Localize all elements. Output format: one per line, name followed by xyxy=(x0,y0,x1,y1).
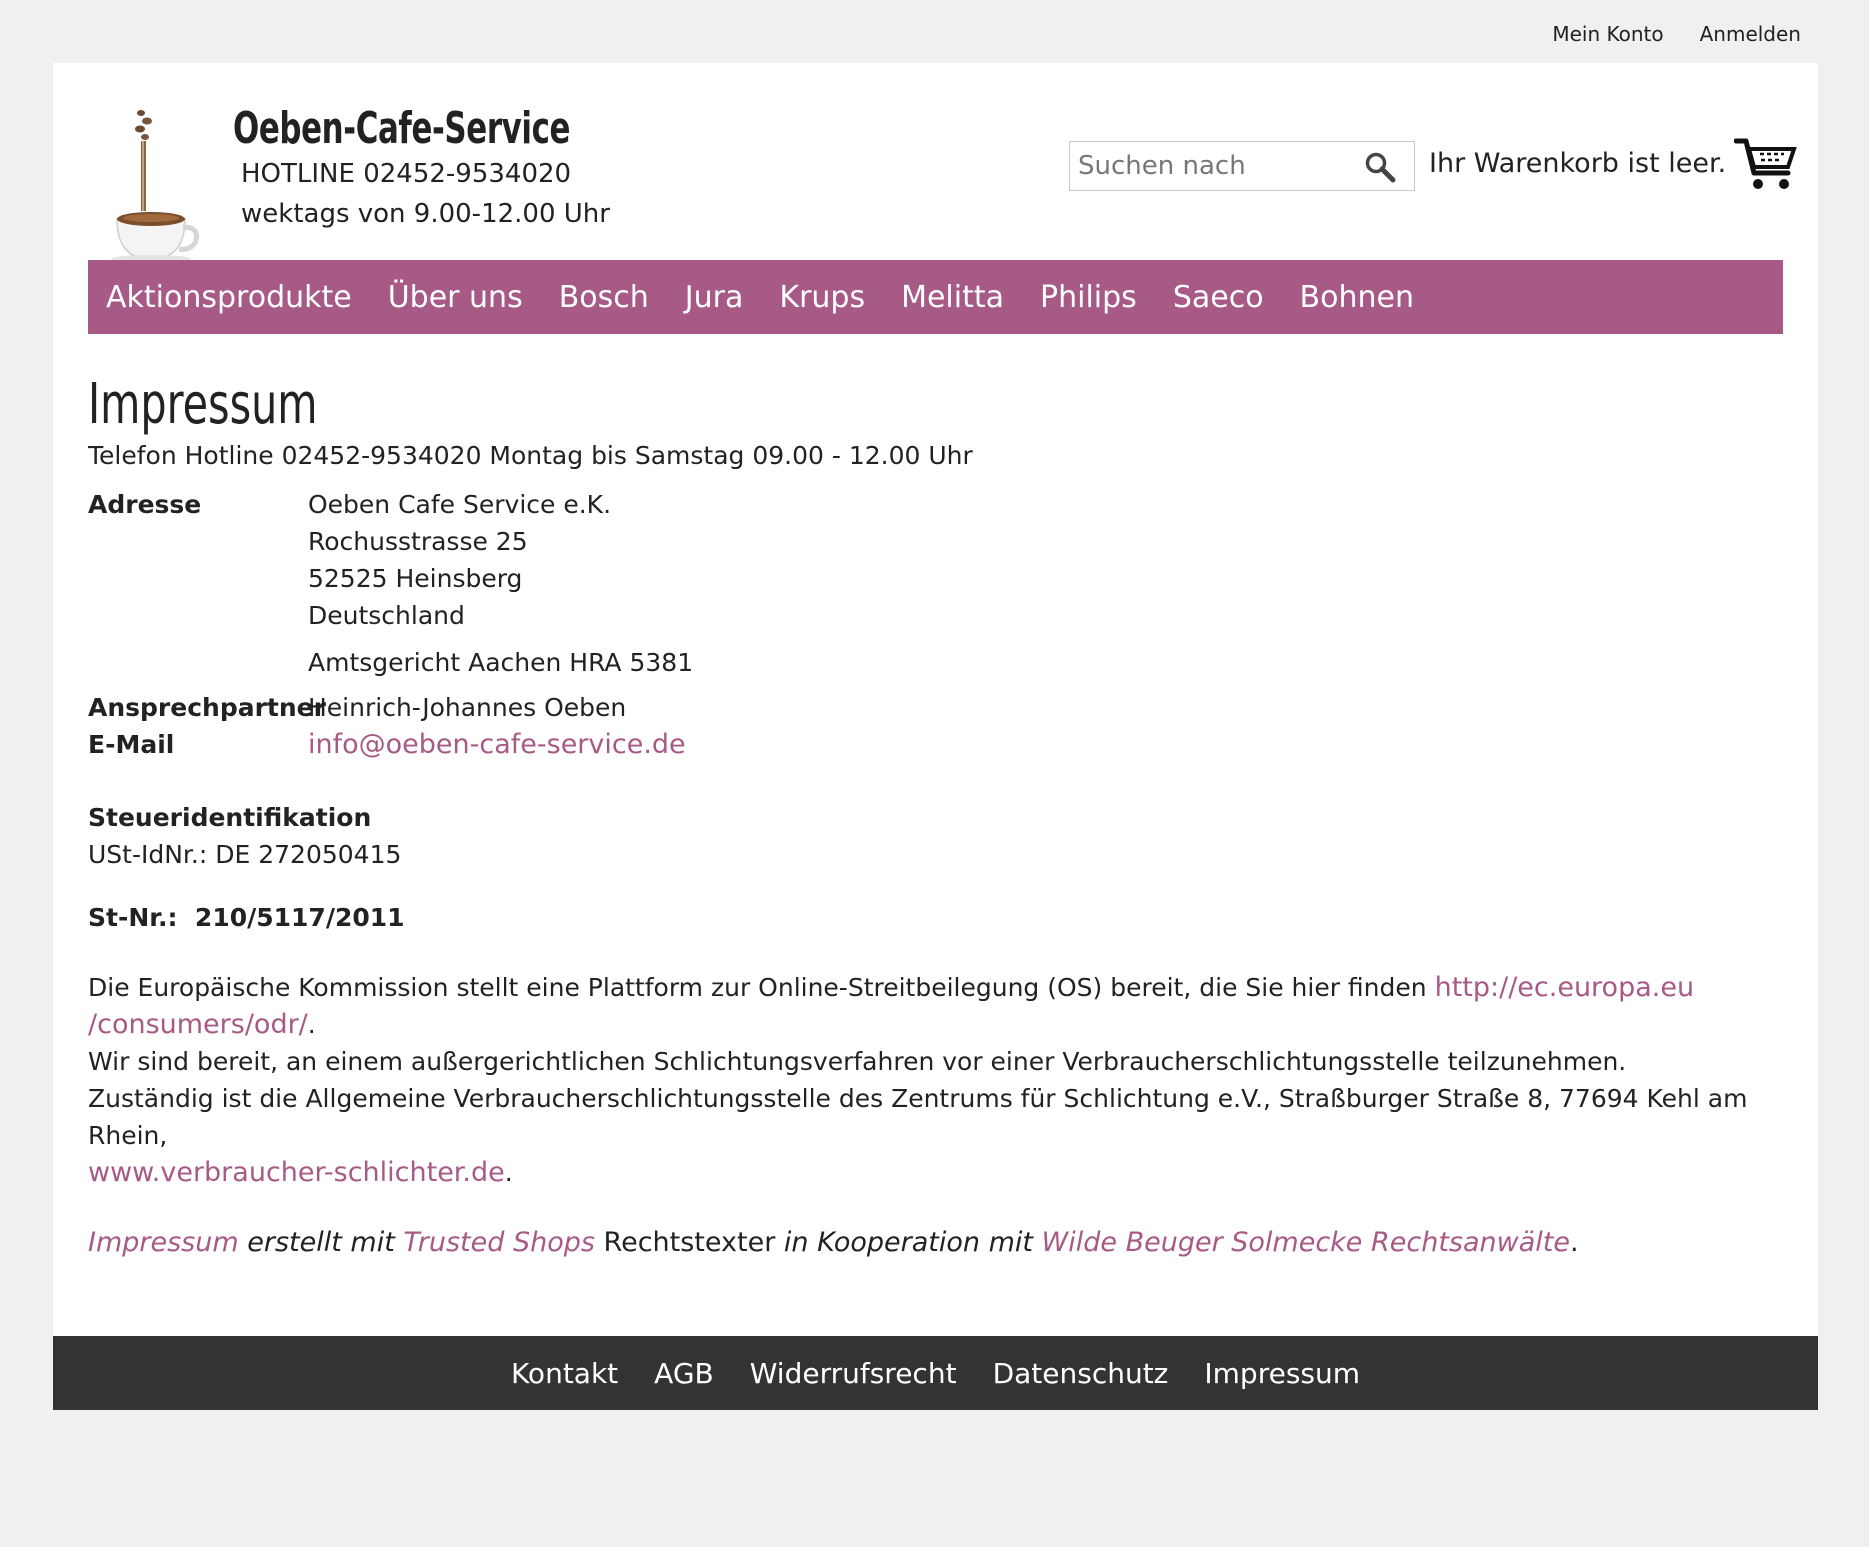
footer-link-kontakt[interactable]: Kontakt xyxy=(511,1357,618,1390)
tax-number: St-Nr.: 210/5117/2011 xyxy=(88,903,405,932)
address-line: Deutschland xyxy=(308,601,465,630)
law-firm-link[interactable]: Wilde Beuger Solmecke Rechtsanwälte xyxy=(1042,1227,1570,1258)
address-label: Adresse xyxy=(88,490,202,519)
login-link[interactable]: Anmelden xyxy=(1700,22,1801,46)
main-content: Impressum Telefon Hotline 02452-9534020 … xyxy=(88,373,1783,1261)
willing-text: Wir sind bereit, an einem außergerichtli… xyxy=(88,1047,1627,1076)
address-value: Oeben Cafe Service e.K. Rochusstrasse 25… xyxy=(308,486,693,681)
hotline: HOTLINE 02452-9534020 xyxy=(241,159,572,189)
nav-item-saeco[interactable]: Saeco xyxy=(1173,280,1264,315)
brand-block: Oeben-Cafe-Service HOTLINE 02452-9534020… xyxy=(233,103,665,234)
schlichter-line: www.verbraucher-schlichter.de. xyxy=(88,1154,1783,1191)
os-period: . xyxy=(307,1010,316,1039)
footer-link-widerrufsrecht[interactable]: Widerrufsrecht xyxy=(750,1357,957,1390)
nav-item-philips[interactable]: Philips xyxy=(1040,280,1137,315)
email-link[interactable]: info@oeben-cafe-service.de xyxy=(308,726,686,763)
address-line: 52525 Heinsberg xyxy=(308,564,523,593)
nav-item-bosch[interactable]: Bosch xyxy=(559,280,649,315)
hours: wektags von 9.00-12.00 Uhr xyxy=(241,199,610,229)
page-title: Impressum xyxy=(88,372,318,437)
footer-link-agb[interactable]: AGB xyxy=(654,1357,714,1390)
search-icon[interactable] xyxy=(1364,151,1396,183)
email-label: E-Mail xyxy=(88,730,175,759)
main-nav: Aktionsprodukte Über uns Bosch Jura Krup… xyxy=(88,260,1783,334)
responsible-text: Zuständig ist die Allgemeine Verbraucher… xyxy=(88,1084,1748,1150)
address-row: Adresse Oeben Cafe Service e.K. Rochusst… xyxy=(88,486,1783,681)
phone-line: Telefon Hotline 02452-9534020 Montag bis… xyxy=(88,441,973,470)
credit-text: erstellt mit xyxy=(238,1227,404,1258)
contact-row: Ansprechpartner Heinrich-Johannes Oeben xyxy=(88,689,1783,726)
tax-heading: Steueridentifikation xyxy=(88,803,372,832)
address-line: Rochusstrasse 25 xyxy=(308,527,528,556)
top-bar: Mein Konto Anmelden xyxy=(0,0,1869,63)
footer-nav: Kontakt AGB Widerrufsrecht Datenschutz I… xyxy=(53,1336,1818,1410)
trusted-shops-link[interactable]: Trusted Shops xyxy=(403,1227,595,1258)
schlichter-period: . xyxy=(504,1158,513,1187)
nav-item-jura[interactable]: Jura xyxy=(685,280,744,315)
cart[interactable]: Ihr Warenkorb ist leer. xyxy=(1429,133,1798,193)
coffee-cup-logo[interactable] xyxy=(103,101,233,263)
search-box xyxy=(1069,141,1415,191)
nav-item-bohnen[interactable]: Bohnen xyxy=(1300,280,1414,315)
address-line: Oeben Cafe Service e.K. xyxy=(308,490,612,519)
credit-cooperation: in Kooperation mit xyxy=(775,1227,1042,1258)
os-text: Die Europäische Kommission stellt eine P… xyxy=(88,973,1435,1002)
nav-item-aktionsprodukte[interactable]: Aktionsprodukte xyxy=(106,280,352,315)
nav-item-krups[interactable]: Krups xyxy=(779,280,865,315)
footer-link-impressum[interactable]: Impressum xyxy=(1204,1357,1360,1390)
cart-status: Ihr Warenkorb ist leer. xyxy=(1429,147,1727,179)
credit-impressum-link[interactable]: Impressum xyxy=(88,1227,239,1258)
footer-link-datenschutz[interactable]: Datenschutz xyxy=(993,1357,1169,1390)
vat-id: USt-IdNr.: DE 272050415 xyxy=(88,840,402,869)
credit-period: . xyxy=(1569,1227,1579,1258)
shopping-cart-icon[interactable] xyxy=(1734,133,1798,193)
nav-item-melitta[interactable]: Melitta xyxy=(901,280,1004,315)
credit-line: Impressum erstellt mit Trusted Shops Rec… xyxy=(88,1224,1783,1261)
os-paragraph: Die Europäische Kommission stellt eine P… xyxy=(88,969,1783,1043)
os-link-continued[interactable]: /consumers/odr/ xyxy=(88,1009,308,1040)
email-row: E-Mail info@oeben-cafe-service.de xyxy=(88,726,1783,763)
nav-item-ueber-uns[interactable]: Über uns xyxy=(388,280,523,315)
contact-value: Heinrich-Johannes Oeben xyxy=(308,693,627,722)
court-registration: Amtsgericht Aachen HRA 5381 xyxy=(308,648,694,677)
shop-name[interactable]: Oeben-Cafe-Service xyxy=(233,103,570,154)
schlichter-link[interactable]: www.verbraucher-schlichter.de xyxy=(88,1157,505,1188)
my-account-link[interactable]: Mein Konto xyxy=(1552,22,1663,46)
credit-rechtstexter: Rechtstexter xyxy=(594,1227,776,1258)
contact-label: Ansprechpartner xyxy=(88,693,326,722)
page-container: Oeben-Cafe-Service HOTLINE 02452-9534020… xyxy=(53,63,1818,1410)
account-links: Mein Konto Anmelden xyxy=(1552,22,1801,46)
os-link[interactable]: http://ec.europa.eu xyxy=(1435,972,1695,1003)
search-input[interactable] xyxy=(1076,142,1360,190)
